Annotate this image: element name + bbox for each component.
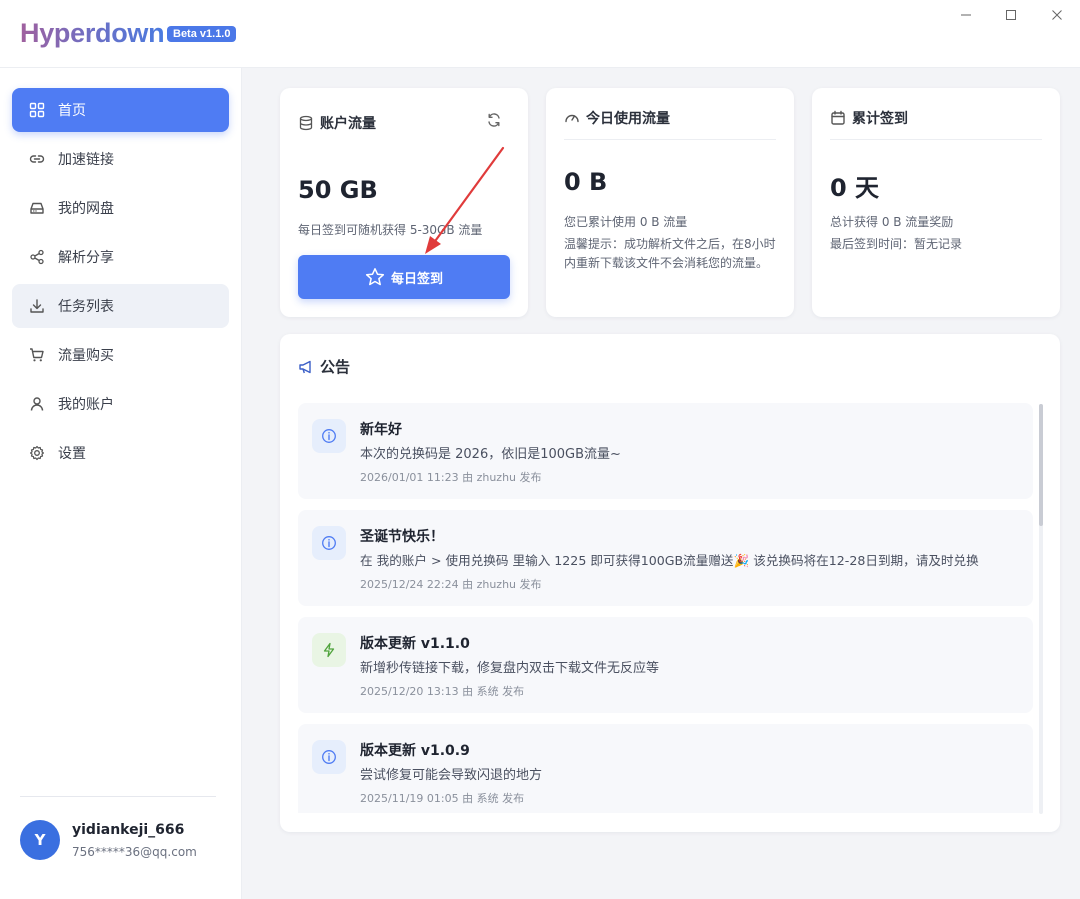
sidebar-item-settings[interactable]: 设置	[12, 431, 229, 475]
announcement-item-meta: 2025/12/24 22:24 由 zhuzhu 发布	[360, 578, 542, 591]
refresh-icon[interactable]	[486, 112, 504, 130]
user-icon	[28, 395, 46, 413]
maximize-icon	[1006, 10, 1016, 20]
announcement-item-body: 尝试修复可能会导致闪退的地方	[360, 768, 543, 783]
today-usage-total: 您已累计使用 0 B 流量	[564, 215, 688, 229]
account-traffic-value: 50 GB	[298, 176, 378, 204]
info-icon	[312, 419, 346, 453]
app-logo: Hyperdown	[20, 18, 165, 48]
version-badge: Beta v1.1.0	[167, 26, 237, 42]
info-icon	[312, 526, 346, 560]
star-icon	[365, 267, 385, 287]
announcement-title: 公告	[298, 356, 350, 377]
minimize-button[interactable]	[955, 6, 977, 28]
sidebar-item-home[interactable]: 首页	[12, 88, 229, 132]
announcement-item-meta: 2025/11/19 01:05 由 系统 发布	[360, 792, 525, 805]
card-title-text: 累计签到	[852, 111, 908, 127]
close-button[interactable]	[1046, 6, 1068, 28]
sidebar-item-label: 加速链接	[58, 152, 114, 168]
card-divider	[564, 139, 776, 140]
announcement-list: 新年好 本次的兑换码是 2026，依旧是100GB流量~ 2026/01/01 …	[298, 403, 1033, 813]
lightning-icon	[312, 633, 346, 667]
cart-icon	[28, 346, 46, 364]
grid-icon	[28, 101, 46, 119]
daily-checkin-label: 每日签到	[390, 271, 443, 287]
today-usage-tip-1: 温馨提示：成功解析文件之后，在8小时	[564, 237, 776, 251]
checkin-total-value: 0 天	[830, 174, 880, 202]
today-usage-value: 0 B	[564, 168, 608, 196]
drive-icon	[28, 199, 46, 217]
last-checkin-time: 最后签到时间：暂无记录	[830, 237, 963, 251]
today-usage-tip-2: 内重新下载该文件不会消耗您的流量。	[564, 256, 769, 270]
announcement-item-title: 版本更新 v1.0.9	[360, 743, 470, 759]
avatar[interactable]: Y	[20, 820, 60, 860]
announcement-item[interactable]: 版本更新 v1.1.0 新增秒传链接下载，修复盘内双击下载文件无反应等 2025…	[298, 617, 1033, 713]
announcement-title-text: 公告	[320, 358, 351, 376]
user-email: 756*****36@qq.com	[72, 845, 197, 859]
sidebar-item-accelerate-link[interactable]: 加速链接	[12, 137, 229, 181]
maximize-button[interactable]	[1000, 6, 1022, 28]
link-icon	[28, 150, 46, 168]
share-icon	[28, 248, 46, 266]
download-icon	[28, 297, 46, 315]
account-traffic-hint: 每日签到可随机获得 5-30GB 流量	[298, 223, 483, 237]
sidebar-item-label: 设置	[58, 446, 86, 462]
card-title-text: 账户流量	[320, 116, 376, 132]
sidebar-item-label: 我的账户	[58, 397, 114, 413]
sidebar-item-my-account[interactable]: 我的账户	[12, 382, 229, 426]
checkin-total-reward: 总计获得 0 B 流量奖励	[830, 215, 954, 229]
sidebar-item-label: 我的网盘	[58, 201, 114, 217]
megaphone-icon	[298, 359, 314, 375]
sidebar-divider	[20, 796, 216, 797]
sidebar-item-task-list[interactable]: 任务列表	[12, 284, 229, 328]
info-icon	[312, 740, 346, 774]
sidebar-item-parse-share[interactable]: 解析分享	[12, 235, 229, 279]
announcement-item-body: 在 我的账户 > 使用兑换码 里输入 1225 即可获得100GB流量赠送🎉 该…	[360, 553, 979, 568]
database-icon	[298, 115, 314, 131]
calendar-icon	[830, 110, 846, 126]
title-bar: Hyperdown Beta v1.1.0	[0, 0, 1080, 68]
announcement-item-title: 新年好	[360, 422, 402, 438]
minimize-icon	[961, 14, 971, 16]
sidebar-item-label: 任务列表	[58, 299, 114, 315]
announcement-item-meta: 2025/12/20 13:13 由 系统 发布	[360, 685, 525, 698]
today-usage-title: 今日使用流量	[564, 108, 670, 128]
username: yidiankeji_666	[72, 822, 185, 838]
announcement-item[interactable]: 版本更新 v1.0.9 尝试修复可能会导致闪退的地方 2025/11/19 01…	[298, 724, 1033, 813]
card-title-text: 今日使用流量	[586, 111, 670, 127]
sidebar-item-my-drive[interactable]: 我的网盘	[12, 186, 229, 230]
sidebar-item-buy-traffic[interactable]: 流量购买	[12, 333, 229, 377]
gauge-icon	[564, 110, 580, 126]
announcement-item-title: 圣诞节快乐！	[360, 529, 444, 545]
announcement-item-title: 版本更新 v1.1.0	[360, 636, 470, 652]
sidebar: 首页 加速链接 我的网盘 解析分享 任务列表 流量购买 我的账户 设置 Y yi…	[0, 68, 242, 899]
scrollbar-thumb[interactable]	[1039, 404, 1043, 526]
sidebar-item-label: 解析分享	[58, 250, 114, 266]
announcement-item-body: 新增秒传链接下载，修复盘内双击下载文件无反应等	[360, 661, 660, 676]
close-icon	[1052, 10, 1062, 20]
sidebar-item-label: 首页	[58, 103, 86, 119]
sidebar-item-label: 流量购买	[58, 348, 114, 364]
announcement-item-meta: 2026/01/01 11:23 由 zhuzhu 发布	[360, 471, 542, 484]
gear-icon	[28, 444, 46, 462]
card-divider	[830, 139, 1042, 140]
daily-checkin-button[interactable]: 每日签到	[298, 255, 510, 299]
checkin-total-title: 累计签到	[830, 108, 908, 128]
account-traffic-title: 账户流量	[298, 113, 376, 133]
announcement-item[interactable]: 新年好 本次的兑换码是 2026，依旧是100GB流量~ 2026/01/01 …	[298, 403, 1033, 499]
announcement-item-body: 本次的兑换码是 2026，依旧是100GB流量~	[360, 447, 621, 462]
announcement-item[interactable]: 圣诞节快乐！ 在 我的账户 > 使用兑换码 里输入 1225 即可获得100GB…	[298, 510, 1033, 606]
